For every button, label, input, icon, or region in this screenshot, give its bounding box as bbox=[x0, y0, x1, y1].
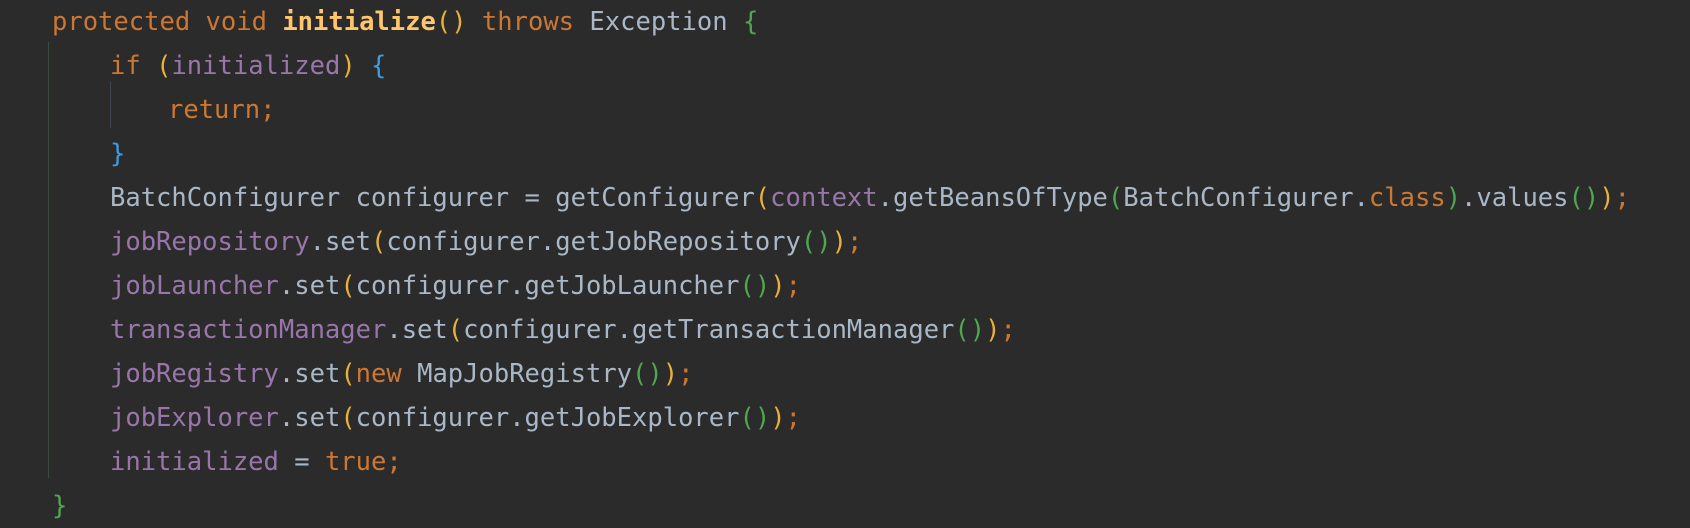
code-line[interactable]: jobRegistry.set(new MapJobRegistry()); bbox=[110, 352, 693, 396]
code-token: ; bbox=[846, 227, 863, 257]
code-line[interactable]: } bbox=[52, 484, 67, 528]
code-token: ( bbox=[340, 271, 356, 301]
code-line[interactable]: BatchConfigurer configurer = getConfigur… bbox=[110, 176, 1630, 220]
code-line[interactable]: } bbox=[110, 132, 125, 176]
code-token: ) bbox=[770, 271, 786, 301]
code-token: .getBeansOfType bbox=[877, 183, 1108, 213]
code-line[interactable]: jobLauncher.set(configurer.getJobLaunche… bbox=[110, 264, 801, 308]
code-token: class bbox=[1368, 183, 1446, 213]
code-token: configurer.getJobExplorer bbox=[355, 403, 740, 433]
code-token: jobRegistry bbox=[110, 359, 279, 389]
code-token: ; bbox=[785, 403, 801, 433]
code-token: ( bbox=[156, 51, 172, 81]
indent-guide-if-block bbox=[110, 82, 111, 128]
code-editor[interactable]: protected void initialize() throws Excep… bbox=[0, 0, 1690, 526]
code-line[interactable]: jobExplorer.set(configurer.getJobExplore… bbox=[110, 396, 801, 440]
code-token: ( bbox=[340, 403, 356, 433]
code-token: BatchConfigurer configurer = getConfigur… bbox=[110, 183, 755, 213]
code-token: ) bbox=[1599, 183, 1615, 213]
code-token: new bbox=[355, 359, 402, 389]
code-token: jobExplorer bbox=[110, 403, 279, 433]
code-token: BatchConfigurer. bbox=[1123, 183, 1369, 213]
code-token: ) bbox=[985, 315, 1001, 345]
code-token: .set bbox=[386, 315, 448, 345]
code-token: initialize bbox=[282, 7, 436, 37]
code-line[interactable]: return; bbox=[168, 88, 275, 132]
code-token: } bbox=[110, 139, 126, 169]
code-line[interactable]: jobRepository.set(configurer.getJobRepos… bbox=[110, 220, 862, 264]
code-token: void bbox=[205, 7, 267, 37]
code-token: throws bbox=[481, 7, 575, 37]
code-token: () bbox=[435, 7, 467, 37]
code-token: { bbox=[371, 51, 387, 81]
code-token: initialized bbox=[110, 447, 279, 477]
code-token: .set bbox=[278, 271, 341, 301]
code-token: context bbox=[770, 183, 878, 213]
code-token: ) bbox=[340, 51, 356, 81]
code-token: .set bbox=[278, 359, 341, 389]
code-token: true bbox=[324, 447, 387, 477]
code-line[interactable]: if (initialized) { bbox=[110, 44, 386, 88]
code-token: ; bbox=[1000, 315, 1016, 345]
code-token: Exception bbox=[589, 7, 728, 37]
code-token: jobLauncher bbox=[110, 271, 279, 301]
code-token: () bbox=[739, 403, 771, 433]
code-token: ; bbox=[678, 359, 694, 389]
code-token: ) bbox=[1445, 183, 1462, 213]
code-token: .values bbox=[1461, 183, 1569, 213]
code-token: () bbox=[1568, 183, 1600, 213]
code-token: initialized bbox=[171, 51, 341, 81]
code-token: () bbox=[800, 227, 832, 257]
indent-guide-method bbox=[48, 42, 49, 478]
code-token: } bbox=[52, 491, 68, 521]
code-token: ( bbox=[1107, 183, 1124, 213]
code-token: return bbox=[168, 95, 261, 125]
code-token: MapJobRegistry bbox=[401, 359, 633, 389]
code-token: configurer.getJobLauncher bbox=[355, 271, 740, 301]
code-token: configurer.getJobRepository bbox=[386, 227, 801, 257]
code-token: ) bbox=[662, 359, 679, 389]
code-token: ; bbox=[1614, 183, 1630, 213]
code-token: .set bbox=[278, 403, 341, 433]
code-line[interactable]: initialized = true; bbox=[110, 440, 402, 484]
code-token: ; bbox=[260, 95, 276, 125]
code-token: transactionManager bbox=[110, 315, 387, 345]
code-token: ( bbox=[371, 227, 387, 257]
code-token: ) bbox=[770, 403, 786, 433]
code-line[interactable]: transactionManager.set(configurer.getTra… bbox=[110, 308, 1016, 352]
code-token: ; bbox=[785, 271, 801, 301]
code-token: { bbox=[742, 7, 759, 37]
code-token: () bbox=[954, 315, 986, 345]
code-token: () bbox=[632, 359, 663, 389]
code-token: ( bbox=[447, 315, 464, 345]
code-token: ( bbox=[340, 359, 356, 389]
code-token: if bbox=[110, 51, 141, 81]
code-token: jobRepository bbox=[110, 227, 310, 257]
code-token: ) bbox=[831, 227, 847, 257]
code-line[interactable]: protected void initialize() throws Excep… bbox=[52, 0, 758, 44]
code-token: ( bbox=[754, 183, 771, 213]
code-token: = bbox=[278, 447, 325, 477]
code-token: .set bbox=[309, 227, 372, 257]
code-token: configurer.getTransactionManager bbox=[463, 315, 955, 345]
code-token: ; bbox=[386, 447, 402, 477]
code-token: protected bbox=[52, 7, 191, 37]
code-token: () bbox=[739, 271, 771, 301]
